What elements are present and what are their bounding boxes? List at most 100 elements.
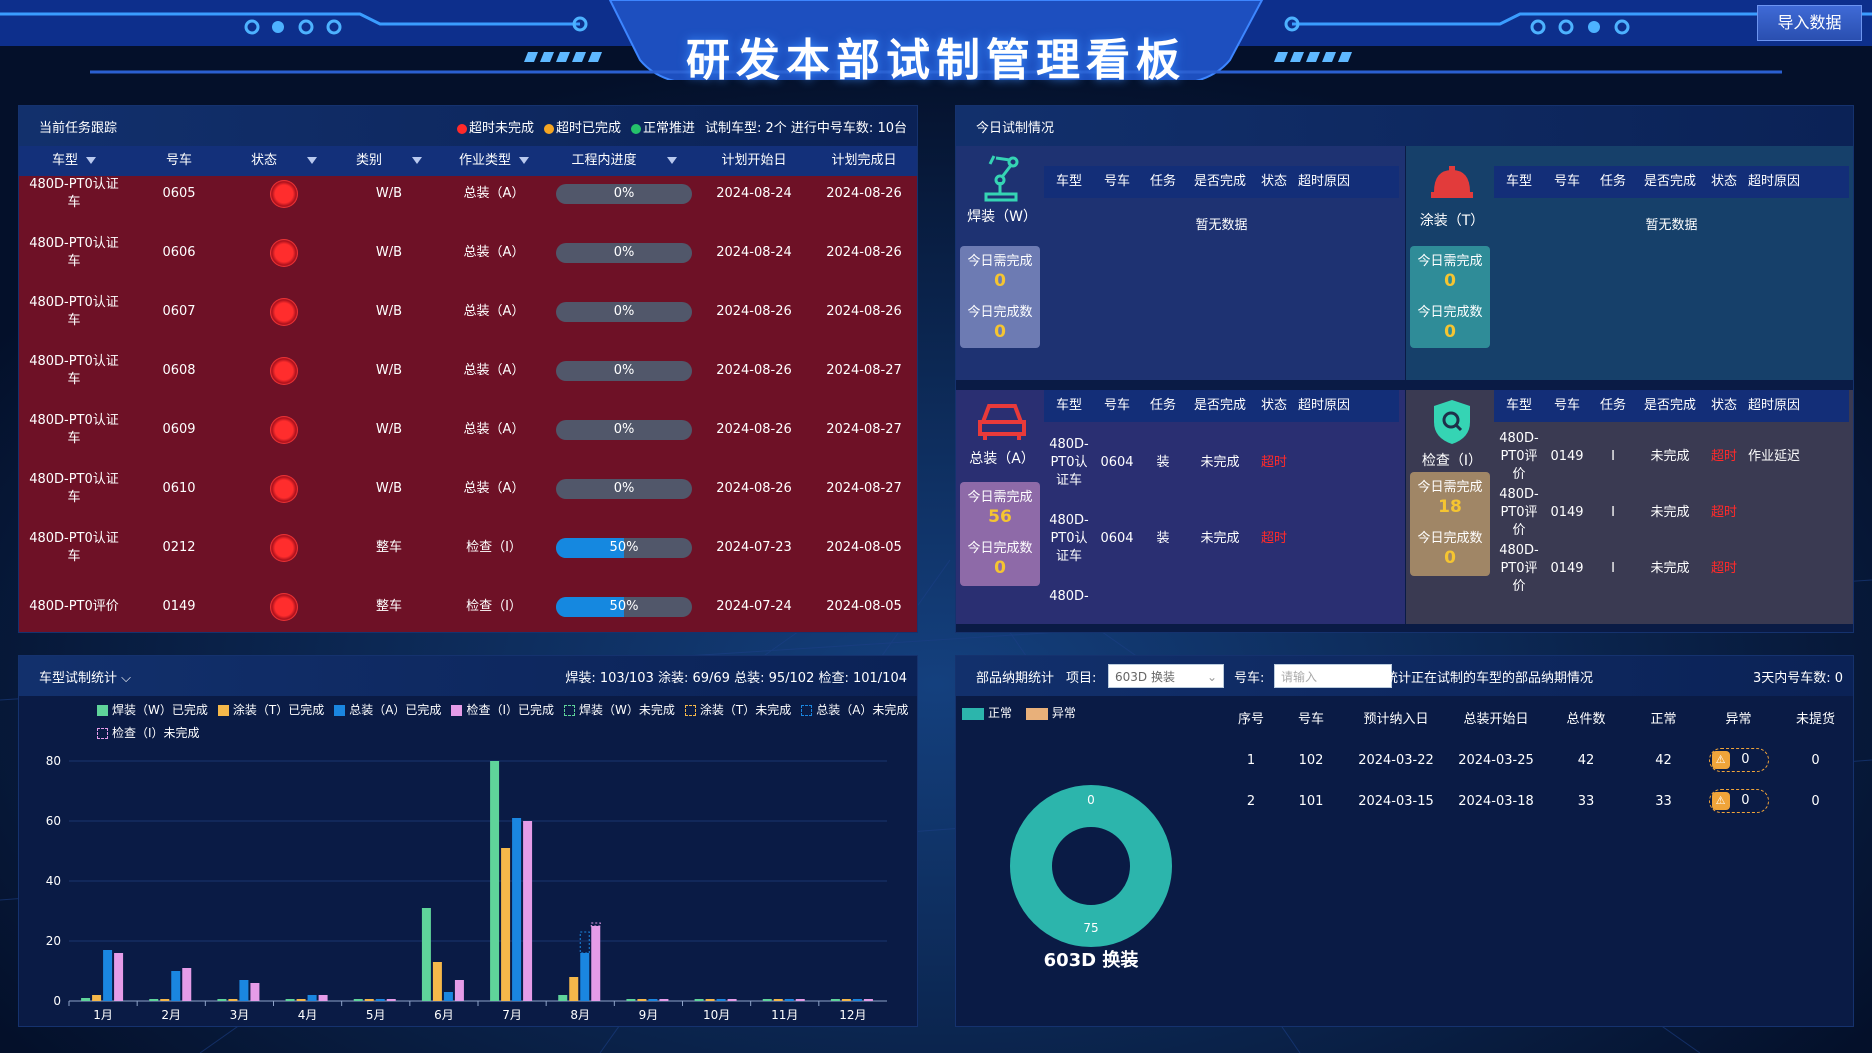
weld-table-header: 车型 号车 任务 是否完成 状态 超时原因 [1044,166,1399,198]
col-progress[interactable]: 工程内进度 [549,146,699,176]
overtime-incomplete-status-icon [270,238,298,267]
weld-section: 焊装（W） 今日需完成 0 今日完成数 0 车型 号车 任务 是否完成 状态 超时原因 暂… [956,146,1405,380]
today-col-header: 车型 [1055,174,1082,189]
donut-caption: 603D 换装 [1043,950,1139,971]
project-select[interactable]: 603D 换装 ⌄ [1108,664,1224,688]
model-stats-panel: 车型试制统计 ⌵ 焊装: 103/103 涂装: 69/69 总装: 95/10… [18,655,918,1027]
filter-icon[interactable] [307,157,317,164]
legend-label: 总装（A）未完成 [816,703,909,717]
task-op-type: 总装（A） [463,244,525,260]
col-category[interactable]: 类别 [339,146,439,176]
today-col-header: 车型 [1505,174,1532,189]
today-col-header: 号车 [1553,174,1580,189]
y-tick-label: 20 [46,934,61,948]
stats-panel-header: 车型试制统计 ⌵ 焊装: 103/103 涂装: 69/69 总装: 95/10… [19,656,917,696]
progress-bar: 0% [556,242,692,263]
task-row[interactable]: 480D-PT0认证车 0608 W/B 总装（A） 0% 2024-08-26 2024-… [19,341,917,400]
stats-panel-title[interactable]: 车型试制统计 ⌵ [39,667,131,686]
legend-overtime-complete: 超时已完成 [543,117,621,136]
parts-total: 33 [1577,793,1595,809]
task-category: 整车 [375,539,402,555]
need-label: 今日需完成 [1417,254,1483,269]
today-row[interactable]: 480D-PT0认证车 0604 装 未完成 超时 [1044,512,1399,566]
task-row[interactable]: 480D-PT0评价 0149 整车 检查（I） 50% 2024-07-24 2024-0… [19,577,917,632]
legend-item[interactable]: 总装（A）已完成 [334,699,441,722]
legend-item[interactable]: 焊装（W）已完成 [97,699,208,722]
col-status[interactable]: 状态 [229,146,339,176]
today-row[interactable]: 480D-PT0评价 0149 I 未完成 超时 [1494,486,1849,540]
task-row[interactable]: 480D-PT0认证车 0212 整车 检查（I） 50% 2024-07-23 2024-… [19,518,917,577]
abnormal-badge[interactable]: ⚠ 0 [1708,748,1769,772]
today-model: 480D- [1049,589,1089,604]
task-row[interactable]: 480D-PT0认证车 0607 W/B 总装（A） 0% 2024-08-26 2024-… [19,282,917,341]
today-row[interactable]: 480D-PT0评价 0149 I 未完成 超时 [1494,542,1849,596]
col-op-type[interactable]: 作业类型 [439,146,549,176]
task-plan-start: 2024-08-26 [716,303,792,319]
x-tick-label: 3月 [230,1008,250,1022]
bar [512,818,522,1001]
chevron-down-icon[interactable]: ⌵ [121,671,131,686]
three-day-count: 3天内号车数: 0 [1752,671,1843,686]
parts-row[interactable]: 2 101 2024-03-15 2024-03-18 33 33 ⚠ 0 0 [1226,783,1853,819]
legend-item[interactable]: 涂装（T）已完成 [217,699,324,722]
task-panel-title: 当前任务跟踪 [39,121,118,136]
today-row[interactable]: 480D-PT0评价 0149 I 未完成 超时 作业延迟 [1494,430,1849,484]
abnormal-count: 0 [1741,752,1750,767]
today-row[interactable]: 480D-PT0认证车 0604 装 未完成 超时 [1044,436,1399,490]
bar [149,999,159,1001]
today-task: 装 [1156,531,1170,546]
bar [569,977,579,1001]
bar [217,999,227,1001]
task-row[interactable]: 480D-PT0认证车 0606 W/B 总装（A） 0% 2024-08-24 2024-… [19,223,917,282]
helmet-icon [1431,166,1473,198]
bar [694,999,704,1001]
bar [432,962,442,1001]
parts-panel: 部品纳期统计 项目: 603D 换装 ⌄ 号车: 请输入 *仅统计正在试制的车型的… [955,655,1854,1027]
legend-item[interactable]: 总装（A）未完成 [801,699,908,722]
today-col-header: 号车 [1553,398,1580,413]
progress-bar: 0% [556,478,692,499]
today-panel-title: 今日试制情况 [976,121,1055,136]
page-title: 研发本部试制管理看板 [686,35,1186,86]
assembly-label-block: 总装（A） [962,398,1042,468]
legend-item[interactable]: 涂装（T）未完成 [684,699,791,722]
done-label: 今日完成数 [1417,531,1483,546]
task-row[interactable]: 480D-PT0认证车 0609 W/B 总装（A） 0% 2024-08-26 2024-… [19,400,917,459]
parts-normal: 33 [1655,793,1672,809]
import-data-button[interactable]: 导入数据 [1757,5,1862,41]
bar [773,999,783,1001]
task-status [229,356,339,385]
bar [841,999,851,1001]
legend-label: 总装（A）已完成 [349,703,442,717]
bar [228,999,238,1001]
today-row[interactable]: 480D- [1044,588,1399,606]
today-car: 0604 [1100,531,1134,546]
bar [353,999,363,1001]
bar [490,761,500,1001]
today-reason: 作业延迟 [1747,449,1800,464]
task-row[interactable]: 480D-PT0认证车 0610 W/B 总装（A） 0% 2024-08-26 2024-… [19,459,917,518]
abnormal-badge[interactable]: ⚠ 0 [1708,789,1769,813]
filter-icon[interactable] [666,157,677,164]
filter-icon[interactable] [412,157,422,164]
bar [659,999,669,1001]
col-model[interactable]: 车型 [19,146,129,176]
col-label: 计划开始日 [721,153,787,168]
legend-item[interactable]: 焊装（W）未完成 [563,699,675,722]
task-model: 480D-PT0认证车 [29,294,119,328]
task-car-number: 0149 [162,598,196,614]
red-dot-icon [456,123,467,134]
donut-normal-slice [1010,785,1172,947]
task-row[interactable]: 480D-PT0认证车 0605 W/B 总装（A） 0% 2024-08-24 2024-… [19,176,917,223]
task-op-type: 总装（A） [463,185,525,201]
filter-icon[interactable] [86,157,96,164]
parts-row[interactable]: 1 102 2024-03-22 2024-03-25 42 42 ⚠ 0 0 [1226,742,1853,778]
today-model: 480D-PT0评价 [1499,543,1539,594]
filter-icon[interactable] [519,157,529,164]
legend-normal: 正常推进 [631,117,695,136]
bar [103,950,113,1001]
done-label: 今日完成数 [967,305,1033,320]
x-tick-label: 1月 [93,1008,113,1022]
legend-item[interactable]: 检查（I）已完成 [451,699,554,722]
legend-label: 超时未完成 [468,121,534,136]
